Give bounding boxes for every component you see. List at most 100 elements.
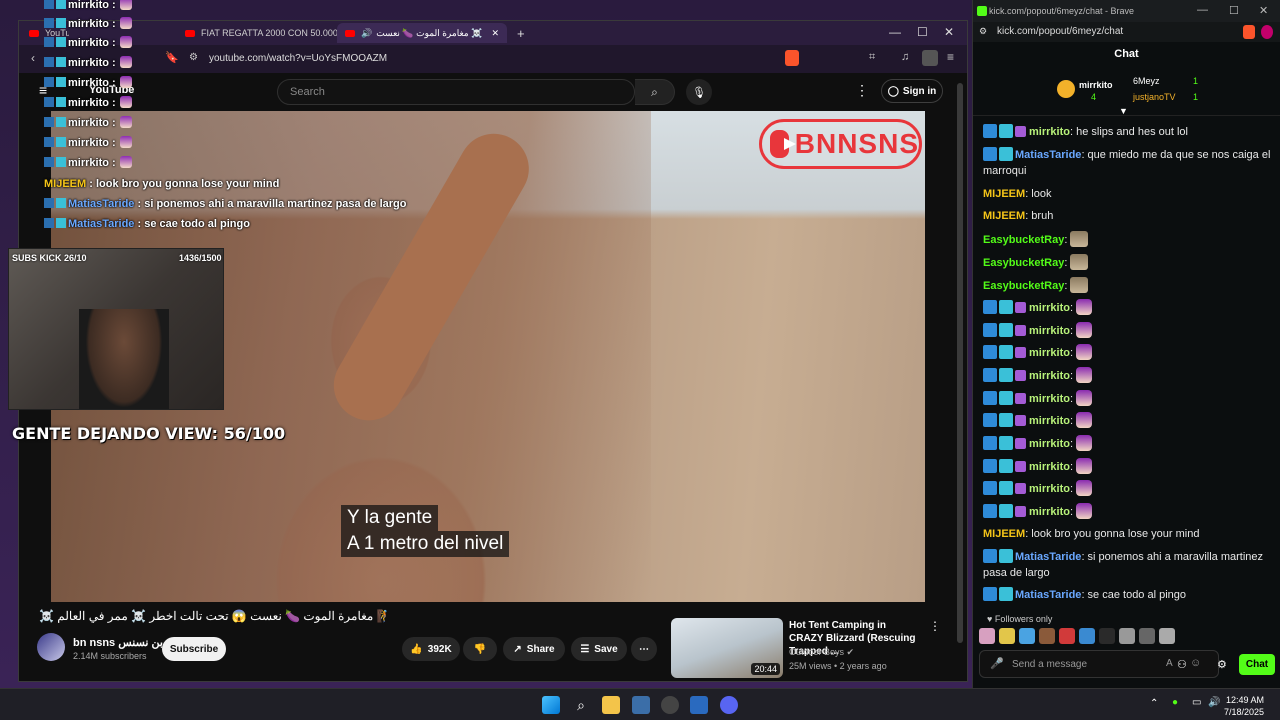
brave-shield-icon[interactable] (785, 50, 799, 66)
send-chat-button[interactable]: Chat (1239, 654, 1275, 675)
chat-username[interactable]: mirrkito (1029, 506, 1070, 518)
channel-avatar[interactable] (37, 633, 65, 661)
voice-search-button[interactable]: 🎙 (686, 79, 712, 105)
emote-icon[interactable] (1059, 628, 1075, 644)
emote-icon[interactable] (1119, 628, 1135, 644)
chat-username[interactable]: MIJEEM (983, 210, 1025, 222)
chat-username[interactable]: mirrkito (1029, 126, 1070, 138)
chat-username[interactable]: mirrkito (1029, 370, 1070, 382)
emote-icon[interactable] (1079, 628, 1095, 644)
clock[interactable]: 12:49 AM 7/18/2025 (1224, 694, 1264, 718)
mic-tray-icon[interactable]: ● (1172, 697, 1178, 708)
brave-browser-icon[interactable] (690, 696, 708, 714)
reader-icon[interactable]: ⌗ (869, 51, 875, 64)
store-icon[interactable] (632, 696, 650, 714)
gift-badge-icon (1015, 438, 1026, 449)
discord-icon[interactable] (720, 696, 738, 714)
tab-fiat-regatta[interactable]: FIAT REGATTA 2000 CON 50.000 KILO (177, 23, 337, 43)
overlay-message: : (108, 0, 116, 11)
audio-icon: 🔊 (361, 27, 373, 38)
chat-username[interactable]: mirrkito (1029, 483, 1070, 495)
save-button[interactable]: ☰ Save (571, 637, 627, 661)
dislike-button[interactable]: 👎 (463, 637, 497, 661)
minimize-icon[interactable]: — (889, 25, 901, 39)
share-button[interactable]: ↗ Share (503, 637, 565, 661)
bookmark-icon[interactable]: 🔖 (165, 51, 179, 64)
search-button[interactable]: ⌕ (635, 79, 675, 105)
display-tray-icon[interactable]: ▭ (1192, 697, 1201, 708)
clock-time: 12:49 AM (1226, 695, 1265, 705)
recommended-more-icon[interactable]: ⋮ (929, 619, 941, 633)
emote-icon[interactable] (1039, 628, 1055, 644)
site-settings-icon[interactable]: ⚙ (189, 52, 198, 63)
emote-icon (119, 17, 132, 29)
volume-tray-icon[interactable]: 🔊 (1208, 697, 1220, 708)
channel-name[interactable]: bn nsns بن نسنس (73, 636, 163, 649)
recommended-thumbnail[interactable]: 20:44 (671, 618, 783, 678)
translate-icon[interactable]: A (1166, 658, 1173, 669)
maximize-icon[interactable]: ☐ (917, 25, 928, 39)
new-tab-button[interactable]: + (517, 26, 525, 41)
rewards-icon[interactable] (1261, 25, 1273, 39)
subscribe-button[interactable]: Subscribe (162, 637, 226, 661)
emote-icon[interactable] (1019, 628, 1035, 644)
chat-username[interactable]: MIJEEM (983, 188, 1025, 200)
close-window-icon[interactable]: ✕ (1259, 4, 1268, 17)
more-actions-button[interactable]: ⋯ (631, 637, 657, 661)
share-icon: ↗ (513, 643, 522, 655)
maximize-icon[interactable]: ☐ (1229, 4, 1239, 17)
badge-icon (56, 198, 66, 208)
url-field[interactable]: youtube.com/watch?v=UoYsFMOOAZM (209, 53, 387, 64)
tray-chevron-icon[interactable]: ⌃ (1150, 698, 1158, 709)
file-explorer-icon[interactable] (602, 696, 620, 714)
search-input[interactable]: Search (277, 79, 635, 105)
wallet-icon[interactable] (922, 50, 938, 66)
kick-url-field[interactable]: kick.com/popout/6meyz/chat (997, 26, 1123, 37)
sign-in-button[interactable]: ◯ Sign in (881, 79, 943, 103)
search-icon[interactable]: ⌕ (572, 696, 590, 714)
emote-icon[interactable] (999, 628, 1015, 644)
chat-username[interactable]: mirrkito (1029, 325, 1070, 337)
music-icon[interactable]: ♫ (901, 51, 909, 63)
emote-icon[interactable] (1139, 628, 1155, 644)
brave-shield-icon[interactable] (1243, 25, 1255, 39)
app-icon[interactable] (661, 696, 679, 714)
chat-username[interactable]: MIJEEM (983, 528, 1025, 540)
tab-active-video[interactable]: 🔊 مغامرة الموت 🍆 نعست ☠️ ✕ (337, 23, 507, 43)
emote-icon[interactable] (979, 628, 995, 644)
scroll-down-icon[interactable]: ▼ (1119, 106, 1128, 116)
chat-username[interactable]: MatiasTaride (1015, 589, 1081, 601)
sub-badge-icon (983, 587, 997, 601)
thumbs-up-icon: 👍 (410, 643, 423, 655)
settings-icon[interactable]: ⚙ (1217, 658, 1227, 671)
chat-username[interactable]: MatiasTaride (1015, 149, 1081, 161)
windows-start-icon[interactable] (542, 696, 560, 714)
chat-username[interactable]: mirrkito (1029, 438, 1070, 450)
minimize-icon[interactable]: — (1197, 4, 1208, 16)
smile-icon[interactable]: ☺ (1190, 657, 1201, 669)
search-placeholder: Search (290, 86, 325, 98)
badge-icon (56, 57, 66, 67)
chat-username[interactable]: mirrkito (1029, 347, 1070, 359)
emote-icon[interactable] (1099, 628, 1115, 644)
chat-username[interactable]: mirrkito (1029, 302, 1070, 314)
users-icon[interactable]: ⚇ (1177, 658, 1187, 671)
more-options-icon[interactable]: ⋮ (855, 82, 869, 99)
back-icon[interactable]: ‹ (31, 51, 35, 65)
like-button[interactable]: 👍 392K (402, 637, 460, 661)
emoji-icon[interactable]: 🎤 (990, 657, 1004, 670)
chat-username[interactable]: mirrkito (1029, 415, 1070, 427)
scrollbar[interactable] (957, 83, 963, 643)
chat-username[interactable]: EasybucketRay (983, 257, 1064, 269)
close-tab-icon[interactable]: ✕ (491, 28, 499, 39)
chat-username[interactable]: EasybucketRay (983, 280, 1064, 292)
close-window-icon[interactable]: ✕ (944, 25, 954, 39)
chat-username[interactable]: MatiasTaride (1015, 551, 1081, 563)
chat-username[interactable]: EasybucketRay (983, 234, 1064, 246)
chat-username[interactable]: mirrkito (1029, 461, 1070, 473)
chat-username[interactable]: mirrkito (1029, 393, 1070, 405)
emote-icon (119, 36, 132, 48)
emote-icon[interactable] (1159, 628, 1175, 644)
site-settings-icon[interactable]: ⚙ (979, 26, 987, 37)
menu-icon[interactable]: ≡ (947, 50, 954, 64)
